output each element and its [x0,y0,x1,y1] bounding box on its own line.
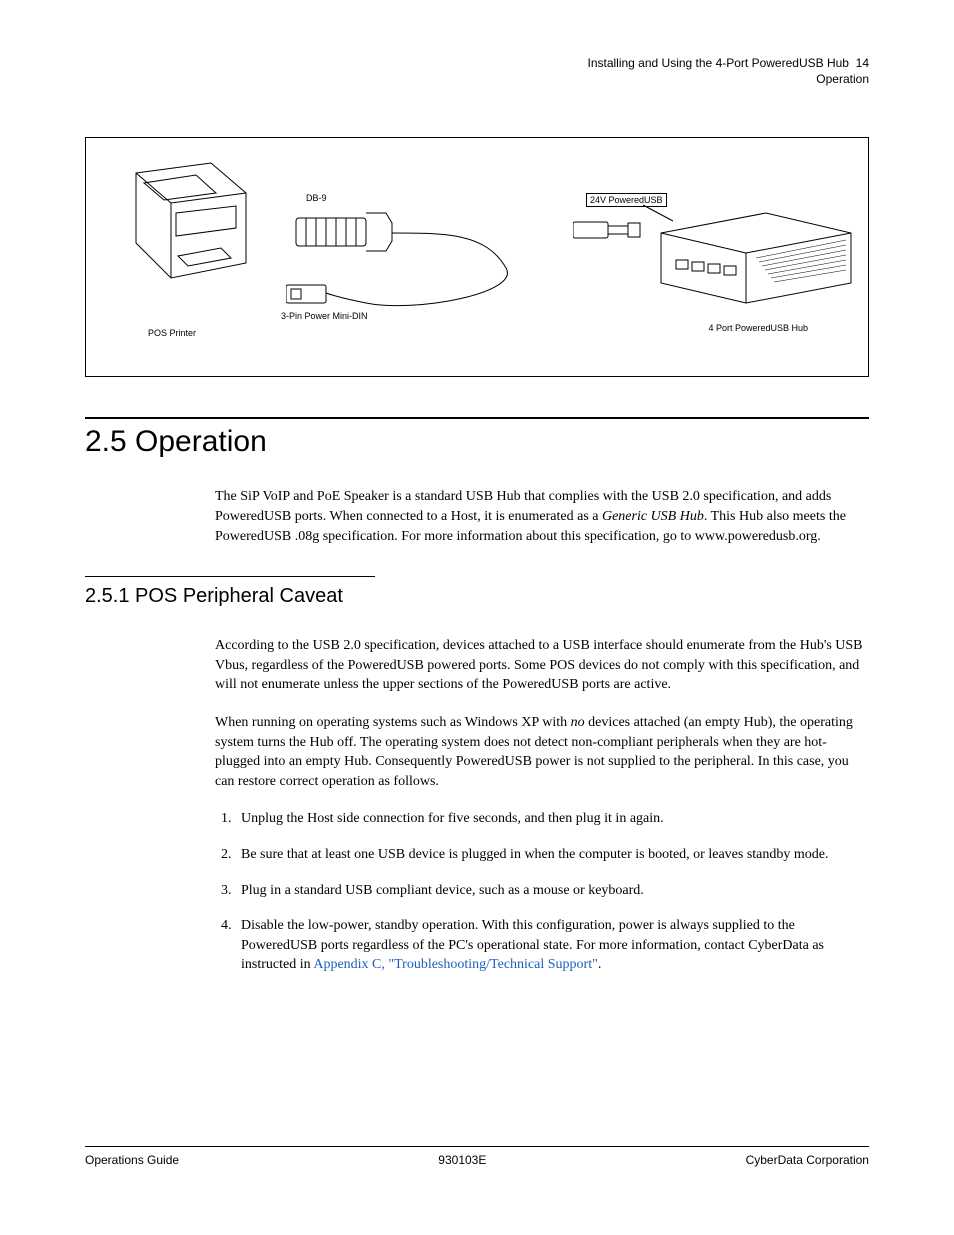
subsection-rule [85,576,375,577]
p1-em: Generic USB Hub [602,509,704,524]
pos-printer-icon [116,158,251,298]
footer-left: Operations Guide [85,1153,179,1167]
footer-right: CyberData Corporation [746,1153,869,1167]
page-header: Installing and Using the 4-Port PoweredU… [85,55,869,87]
header-title: Installing and Using the 4-Port PoweredU… [587,56,848,70]
footer-center: 930103E [438,1153,486,1167]
mini-din-label: 3-Pin Power Mini-DIN [281,311,368,321]
list-item: Disable the low-power, standby operation… [235,916,869,975]
pusb-connector-icon [573,218,643,243]
section-rule [85,417,869,419]
printer-label: POS Printer [148,328,196,338]
callout-line [643,203,673,223]
p2-text-a: When running on operating systems such a… [215,715,571,730]
appendix-link[interactable]: Appendix C, "Troubleshooting/Technical S… [313,957,597,972]
connection-diagram: POS Printer DB-9 3-Pin Power Mini-DIN 24… [85,137,869,377]
p2-em: no [571,715,585,730]
cable-icon [286,193,566,323]
subsection-heading: 2.5.1 POS Peripheral Caveat [85,585,869,608]
list-item: Be sure that at least one USB device is … [235,845,869,865]
hub-icon [656,188,856,308]
section-heading: 2.5 Operation [85,425,869,459]
sub-paragraph-1: According to the USB 2.0 specification, … [215,636,869,695]
steps-list: Unplug the Host side connection for five… [235,809,869,975]
section-paragraph-1: The SiP VoIP and PoE Speaker is a standa… [215,487,869,546]
page-footer: Operations Guide 930103E CyberData Corpo… [85,1146,869,1167]
db9-label: DB-9 [306,193,327,203]
step4-b: . [598,957,602,972]
list-item: Plug in a standard USB compliant device,… [235,881,869,901]
hub-label: 4 Port PoweredUSB Hub [708,323,808,333]
header-page-num: 14 [856,56,869,70]
sub-paragraph-2: When running on operating systems such a… [215,713,869,791]
list-item: Unplug the Host side connection for five… [235,809,869,829]
header-subtitle: Operation [816,72,869,86]
